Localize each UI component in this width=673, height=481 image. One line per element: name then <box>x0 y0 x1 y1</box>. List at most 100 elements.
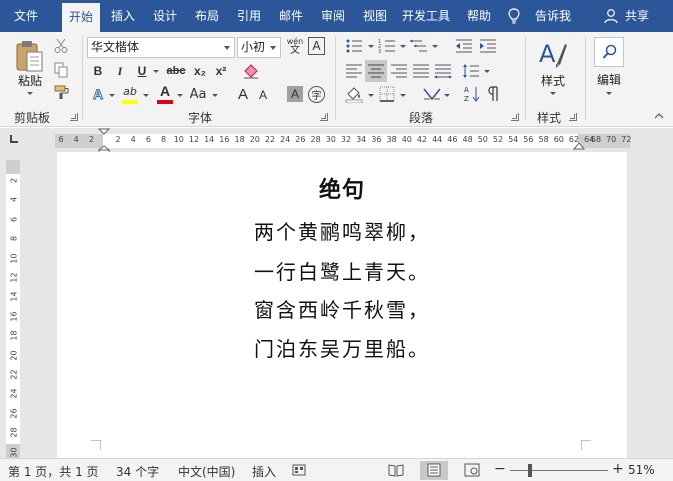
document-page[interactable]: 绝句 两个黄鹂鸣翠柳， 一行白鹭上青天。 窗含西岭千秋雪， 门泊东吴万里船。 <box>57 152 627 458</box>
subscript-button[interactable]: x₂ <box>191 62 209 80</box>
chinese-layout-dropdown[interactable] <box>444 94 450 97</box>
tab-design[interactable]: 设计 <box>146 0 184 32</box>
underline-dropdown[interactable] <box>153 70 159 73</box>
poem-line-1[interactable]: 两个黄鹂鸣翠柳， <box>57 216 627 245</box>
sort-icon[interactable]: AZ <box>464 85 480 103</box>
borders-dropdown[interactable] <box>400 94 406 97</box>
tab-home[interactable]: 开始 <box>62 3 100 32</box>
editing-label[interactable]: 编辑 <box>594 71 624 88</box>
read-mode-icon[interactable] <box>388 463 404 477</box>
web-layout-icon[interactable] <box>464 463 480 477</box>
zoom-out-button[interactable]: − <box>494 461 506 477</box>
justify-icon[interactable] <box>412 63 430 79</box>
highlight-dropdown[interactable] <box>143 94 149 97</box>
font-color-button[interactable]: A <box>155 83 175 99</box>
paste-dropdown[interactable] <box>27 92 33 95</box>
share-person-icon[interactable] <box>604 8 618 24</box>
share-button[interactable]: 共享 <box>620 0 654 32</box>
zoom-slider-track[interactable] <box>510 470 608 471</box>
align-right-icon[interactable] <box>390 63 408 79</box>
vertical-ruler[interactable]: 2 4 6 8 10 12 14 16 18 20 22 24 26 28 30 <box>6 160 20 458</box>
change-case-button[interactable]: Aa <box>187 85 209 103</box>
show-marks-icon[interactable] <box>486 85 500 103</box>
tab-selector[interactable] <box>0 128 32 152</box>
align-center-icon[interactable] <box>367 63 385 79</box>
paste-label[interactable]: 粘贴 <box>14 72 46 89</box>
font-name-box[interactable]: 华文楷体 <box>87 37 235 58</box>
paste-icon[interactable] <box>14 39 46 75</box>
editing-icon-box[interactable] <box>594 37 624 67</box>
tab-references[interactable]: 引用 <box>230 0 268 32</box>
copy-icon[interactable] <box>54 62 68 78</box>
poem-line-3[interactable]: 窗含西岭千秋雪， <box>57 294 627 323</box>
editing-dropdown[interactable] <box>606 92 612 95</box>
print-layout-icon[interactable] <box>426 463 442 477</box>
decrease-indent-icon[interactable] <box>455 38 473 54</box>
tab-mailings[interactable]: 邮件 <box>272 0 310 32</box>
poem-line-2[interactable]: 一行白鹭上青天。 <box>57 256 627 285</box>
font-launcher[interactable] <box>320 113 328 121</box>
font-name-dropdown[interactable] <box>224 46 230 50</box>
clear-formatting-icon[interactable] <box>242 62 260 80</box>
right-indent-marker[interactable] <box>573 142 585 152</box>
shrink-font-button[interactable]: A <box>257 87 269 103</box>
horizontal-ruler[interactable]: 6 4 2 2 4 6 8 10 12 14 16 18 20 22 24 26 28 30 32 34 36 38 40 4… <box>55 134 631 148</box>
tab-developer[interactable]: 开发工具 <box>398 0 454 32</box>
superscript-button[interactable]: x² <box>212 62 230 80</box>
macro-record-icon[interactable] <box>292 463 306 477</box>
phonetic-guide-button[interactable]: wén 文 <box>286 36 304 56</box>
styles-dropdown[interactable] <box>550 92 556 95</box>
char-border-button[interactable]: A <box>308 37 325 55</box>
styles-label[interactable]: 样式 <box>537 72 569 89</box>
bullets-dropdown[interactable] <box>368 45 374 48</box>
align-left-icon[interactable] <box>345 63 363 79</box>
shading-icon[interactable] <box>345 85 363 103</box>
change-case-dropdown[interactable] <box>212 94 218 97</box>
font-size-box[interactable]: 小初 <box>237 37 281 58</box>
tell-me-box[interactable]: 告诉我 <box>528 0 578 32</box>
italic-button[interactable]: I <box>111 62 129 80</box>
collapse-ribbon-icon[interactable] <box>654 112 664 120</box>
zoom-level[interactable]: 51% <box>628 463 655 477</box>
multilevel-dropdown[interactable] <box>432 45 438 48</box>
shading-dropdown[interactable] <box>368 94 374 97</box>
insert-mode[interactable]: 插入 <box>252 463 276 480</box>
bold-button[interactable]: B <box>89 62 107 80</box>
zoom-slider-thumb[interactable] <box>528 464 532 477</box>
styles-launcher[interactable] <box>569 113 577 121</box>
tab-file[interactable]: 文件 <box>0 0 52 32</box>
enclose-chars-button[interactable]: 字 <box>308 86 325 103</box>
cut-icon[interactable] <box>54 38 68 54</box>
bullets-icon[interactable] <box>345 38 363 54</box>
borders-icon[interactable] <box>379 86 395 102</box>
language-indicator[interactable]: 中文(中国) <box>178 463 235 480</box>
highlight-button[interactable]: ab <box>120 83 140 99</box>
underline-button[interactable]: U <box>133 62 151 80</box>
word-count[interactable]: 34 个字 <box>116 463 159 480</box>
poem-line-4[interactable]: 门泊东吴万里船。 <box>57 333 627 362</box>
tab-layout[interactable]: 布局 <box>188 0 226 32</box>
tab-review[interactable]: 审阅 <box>314 0 352 32</box>
font-color-dropdown[interactable] <box>177 94 183 97</box>
page-count[interactable]: 第 1 页，共 1 页 <box>8 463 99 480</box>
paragraph-launcher[interactable] <box>511 113 519 121</box>
font-size-dropdown[interactable] <box>270 46 276 50</box>
tab-help[interactable]: 帮助 <box>460 0 498 32</box>
text-effects-dropdown[interactable] <box>109 94 115 97</box>
zoom-in-button[interactable]: + <box>612 461 624 477</box>
line-spacing-icon[interactable] <box>462 63 480 79</box>
lightbulb-icon[interactable] <box>507 8 521 24</box>
text-effects-button[interactable]: A <box>89 85 107 103</box>
tab-view[interactable]: 视图 <box>356 0 394 32</box>
distributed-icon[interactable] <box>434 63 452 79</box>
multilevel-list-icon[interactable] <box>410 38 428 54</box>
line-spacing-dropdown[interactable] <box>484 70 490 73</box>
numbering-icon[interactable]: 123 <box>378 38 396 54</box>
numbering-dropdown[interactable] <box>400 45 406 48</box>
styles-icon[interactable]: A <box>537 38 569 70</box>
clipboard-launcher[interactable] <box>70 113 78 121</box>
format-painter-icon[interactable] <box>54 84 70 100</box>
increase-indent-icon[interactable] <box>479 38 497 54</box>
strikethrough-button[interactable]: abc <box>164 62 188 80</box>
tab-insert[interactable]: 插入 <box>104 0 142 32</box>
